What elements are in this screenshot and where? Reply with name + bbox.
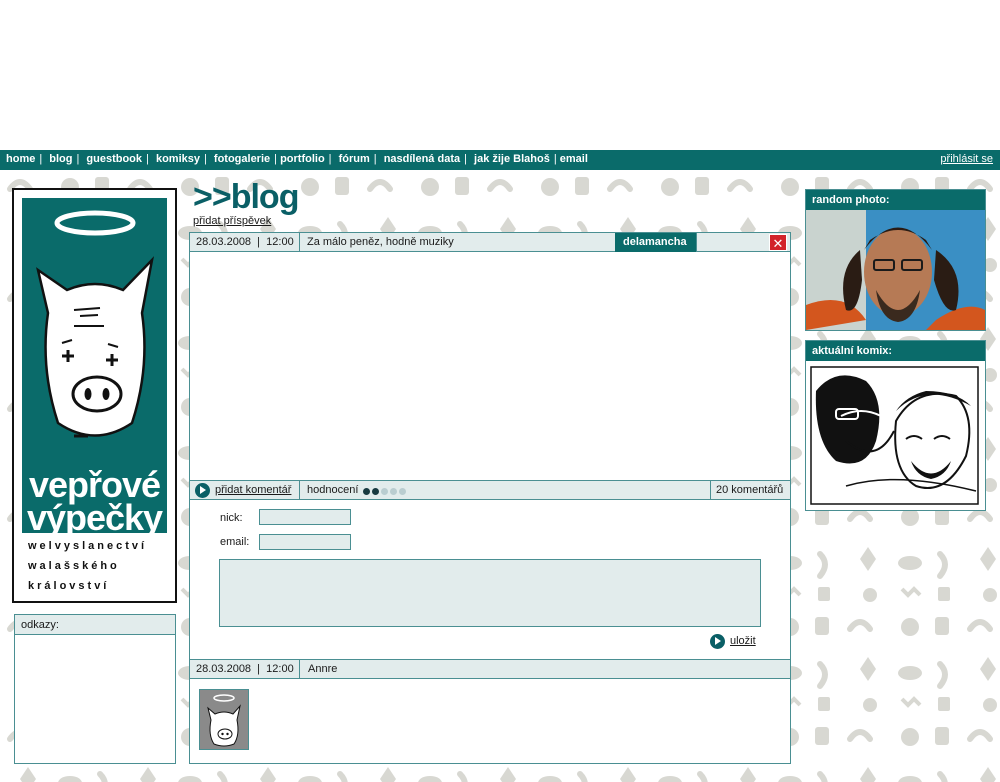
post-time: 12:00 [266, 236, 294, 248]
main-nav: home | blog | guestbook | komiksy | fotogale… [6, 153, 588, 165]
random-photo-header: random photo: [806, 190, 985, 210]
add-comment-link[interactable]: přidat komentář [215, 481, 291, 500]
add-comment-icon[interactable] [195, 483, 210, 498]
links-header: odkazy: [15, 615, 175, 635]
rating-dot[interactable] [381, 488, 388, 495]
email-input[interactable] [259, 534, 351, 550]
post-date: 28.03.2008 [196, 236, 252, 248]
post-body [190, 253, 790, 480]
logo-panel: vepřové výpečky [22, 198, 167, 538]
comic-header: aktuální komix: [806, 341, 985, 361]
comic-panel: aktuální komix: [805, 340, 986, 511]
comment-date: 28.03.2008 [196, 663, 252, 675]
save-icon[interactable] [710, 634, 725, 649]
links-panel: odkazy: [14, 614, 176, 764]
post-header: 28.03.2008 | 12:00 Za málo peněz, hodně … [190, 232, 790, 252]
nav-home[interactable]: home [6, 153, 35, 165]
nav-jak-zije-blahos[interactable]: jak žije Blahoš [474, 153, 550, 165]
nav-nasdilena-data[interactable]: nasdílená data [384, 153, 460, 165]
logo-subtitle-line1: welvyslanectví [28, 540, 148, 552]
comic-image[interactable] [806, 361, 985, 510]
comment-textarea[interactable] [219, 559, 761, 627]
email-label: email: [220, 536, 250, 548]
login-link[interactable]: přihlásit se [940, 153, 993, 165]
nav-fotogalerie[interactable]: fotogalerie [214, 153, 270, 165]
close-icon: ✕ [772, 236, 784, 251]
site-logo[interactable]: vepřové výpečky welvyslanectví walašskéh… [12, 188, 177, 603]
post-author[interactable]: delamancha [615, 233, 697, 252]
nav-forum[interactable]: fórum [339, 153, 370, 165]
nav-komiksy[interactable]: komiksy [156, 153, 200, 165]
post-footer: přidat komentář hodnocení 20 komentářů [190, 480, 790, 500]
random-photo-panel: random photo: [805, 189, 986, 331]
rating-stars[interactable] [363, 481, 423, 500]
top-nav-bar: home | blog | guestbook | komiksy | fotogale… [0, 150, 1000, 170]
nav-blog[interactable]: blog [49, 153, 72, 165]
post-subject: Za málo peněz, hodně muziky [307, 236, 454, 248]
rating-dot[interactable] [372, 488, 379, 495]
nav-portfolio[interactable]: portfolio [280, 153, 325, 165]
comment-count[interactable]: 20 komentářů [716, 481, 783, 500]
logo-subtitle-line2: walašského [28, 560, 120, 572]
nick-input[interactable] [259, 509, 351, 525]
rating-dot[interactable] [390, 488, 397, 495]
page-title: >>blog [193, 178, 299, 216]
nav-guestbook[interactable]: guestbook [86, 153, 142, 165]
comment-avatar [199, 689, 249, 750]
rating-dot[interactable] [399, 488, 406, 495]
delete-post-button[interactable]: ✕ [769, 234, 787, 251]
nav-email[interactable]: email [560, 153, 588, 165]
pig-mascot-icon [36, 210, 155, 438]
random-photo-image[interactable] [806, 210, 985, 330]
add-post-link[interactable]: přidat příspěvek [193, 215, 271, 227]
pig-avatar-icon [207, 694, 241, 747]
logo-title-line2: výpečky [26, 497, 163, 538]
logo-subtitle-line3: království [28, 580, 110, 592]
save-button[interactable]: uložit [730, 635, 756, 647]
comment-author: Annre [308, 663, 338, 675]
nick-label: nick: [220, 512, 243, 524]
comment-header: 28.03.2008 | 12:00 Annre [190, 659, 790, 679]
rating-dot[interactable] [363, 488, 370, 495]
rating-label: hodnocení [307, 484, 359, 496]
comment-time: 12:00 [266, 663, 294, 675]
